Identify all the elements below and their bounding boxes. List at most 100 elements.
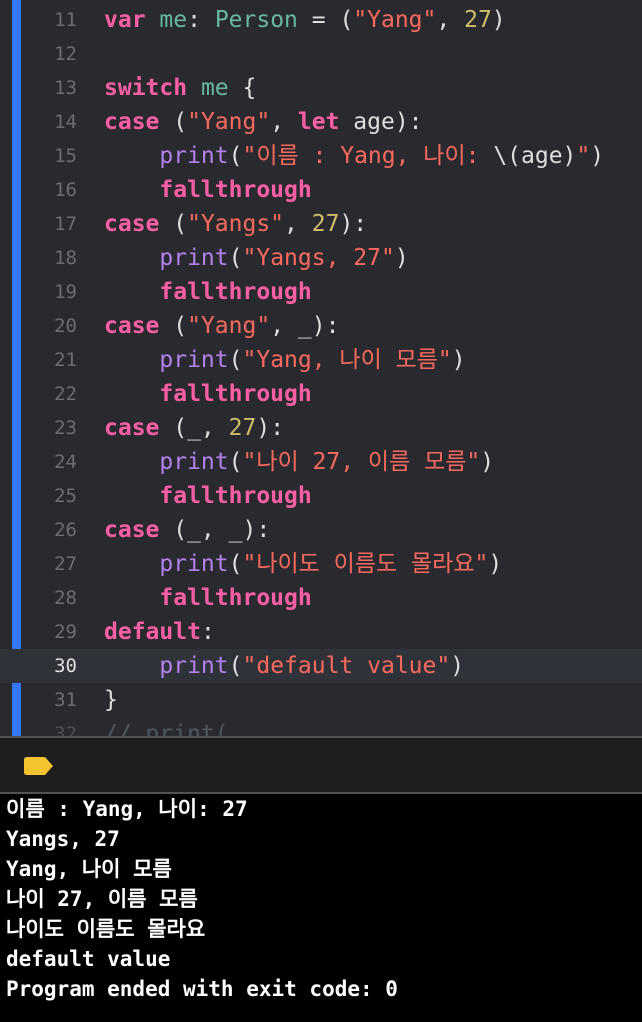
- code-token: (_, _):: [159, 517, 271, 543]
- code-line[interactable]: 25 fallthrough: [0, 479, 642, 513]
- code-line[interactable]: 23 case (_, 27):: [0, 411, 642, 445]
- code-line[interactable]: 20 case ("Yang", _):: [0, 309, 642, 343]
- code-token: , _):: [270, 313, 340, 339]
- code-text: case ("Yang", _):: [104, 309, 339, 343]
- code-token: (: [228, 551, 243, 577]
- code-line[interactable]: 19 fallthrough: [0, 275, 642, 309]
- code-token: print: [159, 347, 229, 373]
- code-line[interactable]: 32 // print(: [0, 717, 642, 736]
- line-number: 27: [54, 553, 77, 575]
- code-token: "Yang, 나이 모름": [242, 347, 452, 373]
- code-token: default: [104, 619, 201, 645]
- code-line[interactable]: 17 case ("Yangs", 27):: [0, 207, 642, 241]
- console-line: 이름 : Yang, 나이: 27: [6, 797, 248, 821]
- code-line[interactable]: 30 print("default value"): [0, 649, 642, 683]
- code-token: fallthrough: [159, 381, 312, 407]
- code-token: {: [228, 75, 257, 101]
- xcode-window: 11 var me: Person = ("Yang", 27) 12 13 switc…: [0, 0, 642, 1022]
- line-number: 22: [54, 383, 77, 405]
- line-number: 14: [54, 111, 77, 133]
- code-line[interactable]: 12: [0, 37, 642, 71]
- code-line[interactable]: 24 print("나이 27, 이름 모름"): [0, 445, 642, 479]
- code-text: print("나이도 이름도 몰라요"): [104, 547, 502, 581]
- code-token: (: [228, 347, 243, 373]
- code-line[interactable]: 21 print("Yang, 나이 모름"): [0, 343, 642, 377]
- code-line[interactable]: 27 print("나이도 이름도 몰라요"): [0, 547, 642, 581]
- code-token: ): [450, 653, 465, 679]
- code-token: me: [159, 7, 188, 33]
- code-token: (: [228, 653, 243, 679]
- code-text: fallthrough: [104, 581, 311, 615]
- code-text: print("Yang, 나이 모름"): [104, 343, 465, 377]
- line-number: 23: [54, 417, 77, 439]
- code-token: 27: [311, 211, 340, 237]
- code-token: fallthrough: [159, 279, 312, 305]
- code-line[interactable]: 13 switch me {: [0, 71, 642, 105]
- console-line: 나이도 이름도 몰라요: [6, 917, 206, 941]
- console-output[interactable]: 이름 : Yang, 나이: 27 Yangs, 27 Yang, 나이 모름 나이 …: [0, 794, 642, 1022]
- code-text: case (_, 27):: [104, 411, 284, 445]
- code-line[interactable]: 31}: [0, 683, 642, 717]
- code-token: Person: [214, 7, 298, 33]
- line-number: 16: [54, 179, 77, 201]
- code-line[interactable]: 18 print("Yangs, 27"): [0, 241, 642, 275]
- line-number: 32: [54, 723, 77, 736]
- line-number: 11: [54, 9, 77, 31]
- code-line[interactable]: 22 fallthrough: [0, 377, 642, 411]
- code-token: print: [159, 551, 229, 577]
- code-token: case: [104, 211, 160, 237]
- code-line[interactable]: 14 case ("Yang", let age):: [0, 105, 642, 139]
- code-token: let: [297, 109, 340, 135]
- line-number: 17: [54, 213, 77, 235]
- line-number: 13: [54, 77, 77, 99]
- line-number: 12: [54, 43, 77, 65]
- code-token: me: [200, 75, 229, 101]
- code-editor[interactable]: 11 var me: Person = ("Yang", 27) 12 13 switc…: [0, 0, 642, 736]
- code-token: fallthrough: [159, 483, 312, 509]
- console-line: 나이 27, 이름 모름: [6, 887, 198, 911]
- code-text: case ("Yangs", 27):: [104, 207, 367, 241]
- code-token: "나이도 이름도 몰라요": [242, 551, 489, 577]
- code-token: "Yang": [187, 109, 271, 135]
- code-token: ): [488, 551, 503, 577]
- console-line: Yangs, 27: [6, 827, 120, 851]
- code-token: :: [187, 7, 215, 33]
- line-number: 19: [54, 281, 77, 303]
- code-token: fallthrough: [159, 177, 312, 203]
- code-line[interactable]: 28 fallthrough: [0, 581, 642, 615]
- code-text: print("이름 : Yang, 나이: \(age)"): [104, 139, 604, 173]
- code-token: ,: [284, 211, 312, 237]
- code-text: // print(: [104, 717, 229, 736]
- code-token: (: [228, 449, 243, 475]
- code-token: ): [590, 143, 605, 169]
- code-token: :: [200, 619, 215, 645]
- code-token: (: [159, 211, 188, 237]
- line-number: 31: [54, 689, 77, 711]
- console-line: default value: [6, 947, 171, 971]
- code-token: "Yangs, 27": [242, 245, 395, 271]
- code-text: default:: [104, 615, 215, 649]
- code-line[interactable]: 11 var me: Person = ("Yang", 27): [0, 3, 642, 37]
- code-line[interactable]: 15 print("이름 : Yang, 나이: \(age)"): [0, 139, 642, 173]
- code-token: ): [394, 245, 409, 271]
- code-text: var me: Person = ("Yang", 27): [104, 3, 506, 37]
- line-number: 21: [54, 349, 77, 371]
- code-token: "Yang": [353, 7, 437, 33]
- code-line[interactable]: 26 case (_, _):: [0, 513, 642, 547]
- code-line[interactable]: 29 default:: [0, 615, 642, 649]
- code-token: 27: [464, 7, 492, 33]
- code-token: case: [104, 415, 160, 441]
- code-token: switch: [104, 75, 188, 101]
- code-line[interactable]: 16 fallthrough: [0, 173, 642, 207]
- tag-icon[interactable]: [24, 757, 54, 775]
- code-text: fallthrough: [104, 479, 312, 513]
- code-token: }: [104, 687, 118, 713]
